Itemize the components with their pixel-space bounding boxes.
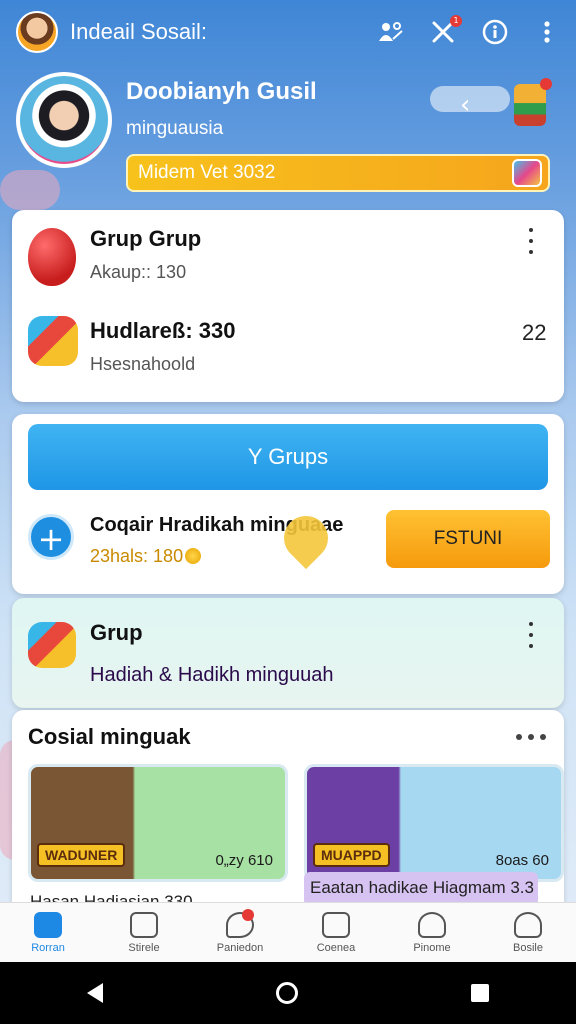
gift-icon <box>28 316 78 366</box>
post-thumbnail[interactable]: MUAPPD 8оas 60 <box>304 764 564 882</box>
social-weekly-card: Cosial minguak WADUNER 0„zy 610 MUAPPD 8… <box>12 710 564 911</box>
system-navigation-bar <box>0 962 576 1024</box>
home-circle-icon[interactable] <box>275 982 298 1004</box>
notification-badge: 1 <box>450 15 462 27</box>
holders-title: Hudlareß: 330 <box>90 318 236 343</box>
overflow-menu-icon[interactable] <box>534 19 560 45</box>
gift-group-title: Grup <box>90 620 143 645</box>
nav-label: Bosile <box>513 941 543 954</box>
profile-photo[interactable] <box>16 72 112 168</box>
nav-label: Coenea <box>316 941 356 954</box>
app-title: Indeail Sosail: <box>70 19 207 44</box>
home-icon <box>34 911 62 938</box>
gift-group-subtitle: Hadiah & Hadikh minguuah <box>90 664 334 686</box>
gift-box-icon[interactable] <box>514 78 552 126</box>
thumbnail-badge: WADUNER <box>37 843 126 867</box>
mail-icon <box>322 911 350 938</box>
top-app-bar: Indeail Sosail: 1 <box>0 0 576 64</box>
groups-button[interactable]: Υ Grups <box>28 424 548 490</box>
invite-points: 23hals: 180 <box>90 546 184 566</box>
nav-item-chat[interactable]: Paniedon <box>192 903 288 962</box>
gift-group-menu-icon[interactable] <box>524 622 538 648</box>
add-icon[interactable]: + <box>28 514 74 560</box>
thumbnail-count: 8оas 60 <box>495 852 549 869</box>
profile-subtitle: minguausia <box>126 118 224 139</box>
back-icon[interactable] <box>86 983 103 1003</box>
nav-item-person[interactable]: Pinome <box>384 903 480 962</box>
social-weekly-title: Cosial minguak <box>28 724 191 749</box>
balloon-icon <box>28 228 76 286</box>
group-subtitle: Akaup:: 130 <box>90 262 187 282</box>
info-icon[interactable] <box>482 19 508 45</box>
recent-apps-icon[interactable] <box>471 984 490 1002</box>
level-badge-icon <box>512 159 542 187</box>
join-action-button[interactable]: FSTUNI <box>386 510 550 568</box>
store-icon <box>130 911 158 938</box>
chevron-left-icon[interactable]: ‹ <box>460 92 482 118</box>
bottom-navigation: Rorran Stirele Paniedon Coenea Pinome Bo… <box>0 902 576 962</box>
nav-item-store[interactable]: Stirele <box>96 903 192 962</box>
nav-label: Pinome <box>413 941 451 954</box>
holders-subtitle: Hsesnahoold <box>90 354 196 374</box>
post-thumbnail[interactable]: WADUNER 0„zy 610 <box>28 764 288 882</box>
notification-dot <box>242 909 254 921</box>
nav-label: Rorran <box>31 941 65 954</box>
top-actions: 1 <box>378 15 560 45</box>
group-menu-icon[interactable] <box>524 228 538 254</box>
tools-icon[interactable]: 1 <box>430 15 462 45</box>
person-icon <box>418 911 446 938</box>
thumbnail-badge: MUAPPD <box>313 843 390 867</box>
thumbnail-caption: Eaatan hadikae Hiagmam 3.3 <box>304 872 538 906</box>
gift-stack-icon <box>28 622 76 668</box>
level-progress-bar[interactable]: Midem Vet 3032 <box>126 154 550 192</box>
holders-count: 22 <box>522 320 547 345</box>
group-title: Grup Grup <box>90 226 202 251</box>
nav-label: Stirele <box>128 941 160 954</box>
nav-item-home[interactable]: Rorran <box>0 903 96 962</box>
level-text: Midem Vet 3032 <box>138 162 276 183</box>
people-icon[interactable] <box>378 19 404 45</box>
notification-dot <box>540 78 552 90</box>
invite-subtitle: 23hals: 180 <box>90 546 202 567</box>
thumbnail-count: 0„zy 610 <box>215 852 273 869</box>
nav-item-mail[interactable]: Coenea <box>288 903 384 962</box>
profile-header: Doobianyh Gusil minguausia ‹ Midem Vet 3… <box>16 70 560 200</box>
profile-name: Doobianyh Gusil <box>126 78 317 105</box>
nav-item-profile[interactable]: Bosile <box>480 903 576 962</box>
more-options-icon[interactable] <box>516 734 546 740</box>
join-group-card: Υ Grups + Coqair Hradikah minguaae 23hal… <box>12 414 564 594</box>
profile-icon <box>514 911 542 938</box>
coin-icon <box>185 548 202 564</box>
group-summary-card: Grup Grup Akaup:: 130 Hudlareß: 330 Hses… <box>12 210 564 402</box>
gift-group-card[interactable]: Grup Hadiah & Hadikh minguuah <box>12 598 564 708</box>
user-avatar[interactable] <box>16 11 58 53</box>
nav-label: Paniedon <box>216 941 264 954</box>
